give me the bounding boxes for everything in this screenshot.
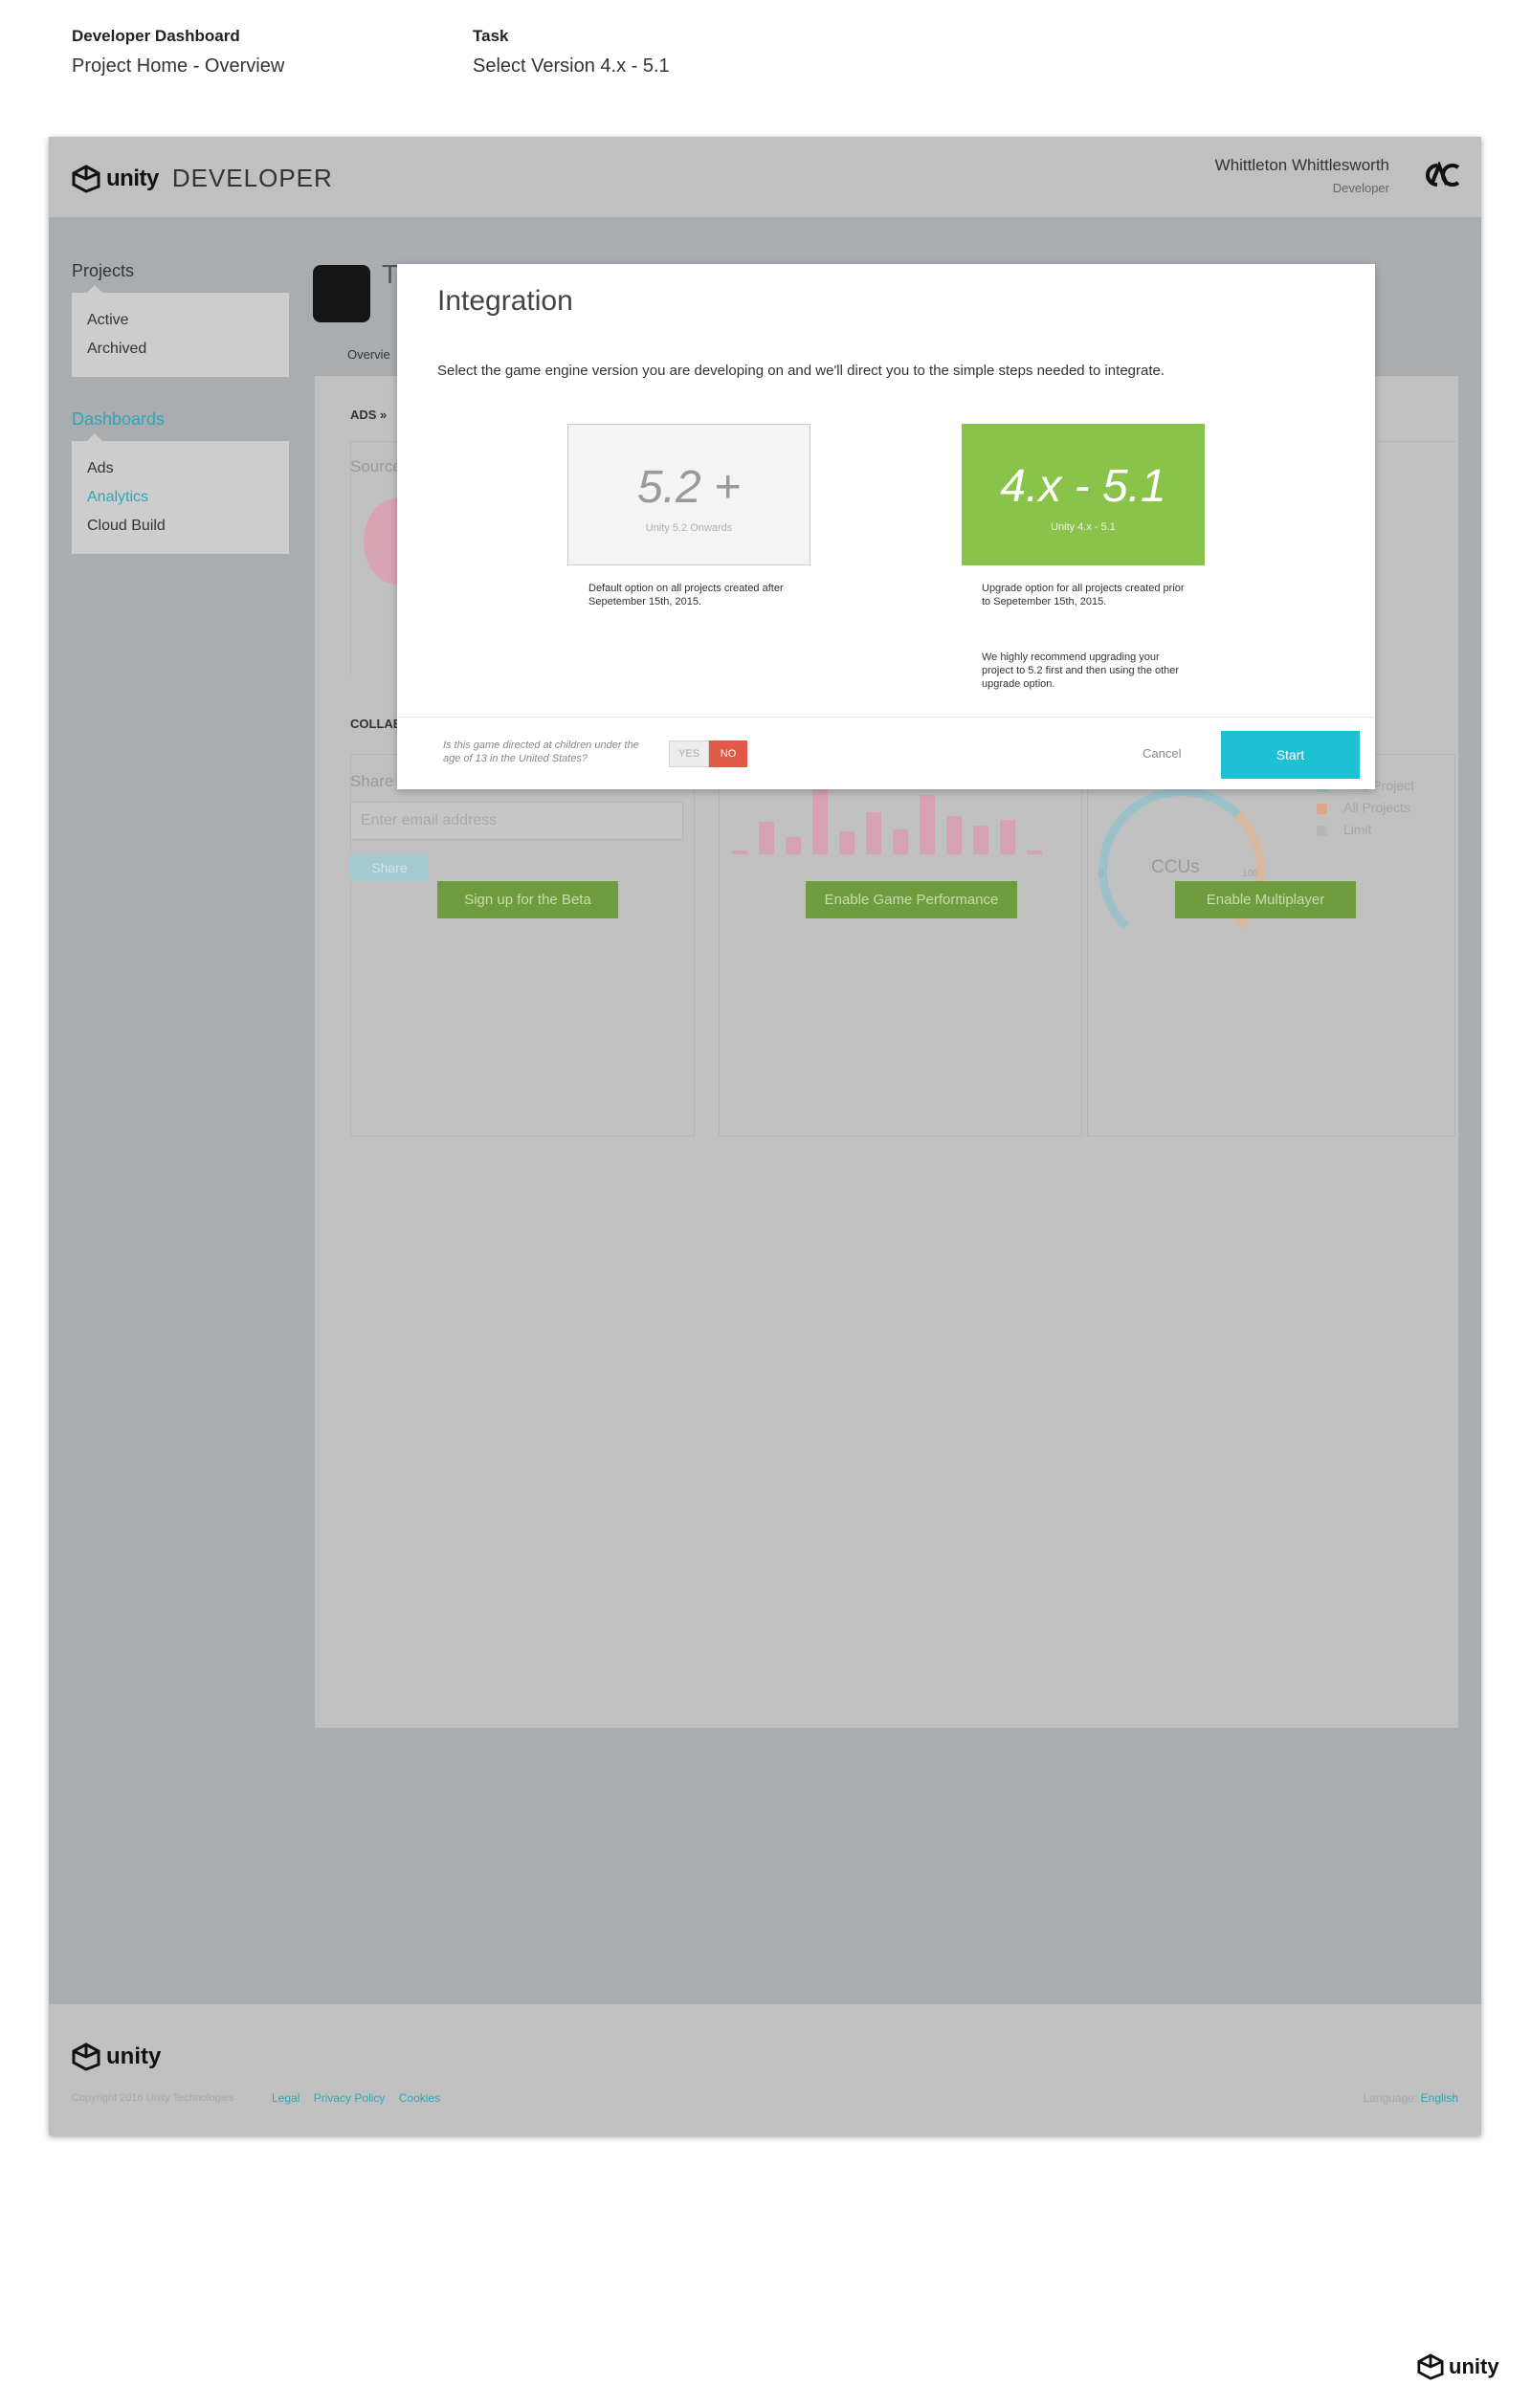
ccus-label: CCUs	[1151, 857, 1200, 877]
bar	[1027, 851, 1042, 854]
bar	[759, 822, 774, 854]
integration-modal: Integration Select the game engine versi…	[397, 264, 1375, 789]
dashboards-menu: Ads Analytics Cloud Build	[72, 433, 289, 554]
language-selector[interactable]: Language: English	[1364, 2091, 1458, 2105]
footer-logo[interactable]: unity	[72, 2043, 161, 2071]
version-4x-subtitle: Unity 4.x - 5.1	[1051, 521, 1116, 533]
legend-swatch	[1317, 803, 1327, 814]
sidebar-item-active[interactable]: Active	[87, 306, 274, 335]
user-avatar-icon[interactable]	[1418, 162, 1460, 188]
project-icon	[313, 265, 370, 322]
start-button[interactable]: Start	[1221, 731, 1360, 779]
legend-item: Limit	[1317, 819, 1414, 841]
bar	[1000, 820, 1015, 854]
children-toggle[interactable]: YES NO	[669, 740, 747, 767]
version-4x-recommendation: We highly recommend upgrading your proje…	[982, 652, 1180, 690]
sidebar-item-ads[interactable]: Ads	[87, 454, 274, 483]
email-input[interactable]: Enter email address	[350, 802, 683, 840]
sidebar-item-archived[interactable]: Archived	[87, 335, 274, 364]
unity-cube-icon	[72, 2043, 100, 2071]
gauge-min-label: 0	[1098, 869, 1104, 879]
bar	[839, 831, 854, 854]
bar	[946, 816, 962, 854]
bar	[812, 789, 828, 854]
version-5-2-note: Default option on all projects created a…	[588, 583, 784, 608]
project-title: T	[382, 259, 399, 289]
enable-performance-button[interactable]: Enable Game Performance	[806, 881, 1017, 918]
top-bar: unity DEVELOPER Whittleton Whittlesworth…	[49, 137, 1481, 217]
product-name: DEVELOPER	[171, 164, 333, 192]
unity-developer-logo[interactable]: unity DEVELOPER	[72, 164, 333, 193]
bar	[732, 851, 747, 854]
annotation-right: Task Select Version 4.x - 5.1	[473, 27, 670, 77]
gauge-max-label: 100	[1242, 869, 1258, 879]
dashboards-heading[interactable]: Dashboards	[72, 409, 289, 430]
sidebar: Projects Active Archived Dashboards Ads …	[72, 261, 289, 554]
annotation-task-title: Task	[473, 27, 509, 45]
app-frame: unity DEVELOPER Whittleton Whittlesworth…	[49, 137, 1481, 2135]
version-5-2-label: 5.2 +	[636, 462, 742, 513]
footer: unity Copyright 2016 Unity Technologies …	[49, 2004, 1481, 2135]
legend-label: Limit	[1343, 822, 1372, 837]
language-label: Language:	[1363, 2091, 1418, 2105]
corner-brand-word: unity	[1449, 2354, 1499, 2378]
collab-heading: COLLAB	[350, 717, 403, 731]
annotation-screen-sub: Project Home - Overview	[72, 55, 285, 77]
unity-cube-icon	[72, 164, 100, 193]
version-option-5-2[interactable]: 5.2 + Unity 5.2 Onwards	[567, 424, 810, 565]
footer-link-privacy[interactable]: Privacy Policy	[314, 2091, 386, 2105]
footer-link-legal[interactable]: Legal	[272, 2091, 300, 2105]
corner-unity-logo: unity	[1417, 2353, 1499, 2380]
legend-swatch	[1317, 825, 1327, 836]
sidebar-item-analytics[interactable]: Analytics	[87, 483, 274, 512]
brand-word: unity	[106, 165, 159, 191]
version-4x-note: Upgrade option for all projects created …	[982, 583, 1185, 608]
modal-title: Integration	[437, 285, 573, 317]
legend-item: All Projects	[1317, 797, 1414, 819]
projects-heading: Projects	[72, 261, 135, 280]
tab-overview[interactable]: Overvie	[347, 347, 390, 362]
bar	[920, 795, 935, 854]
version-5-2-subtitle: Unity 5.2 Onwards	[645, 522, 733, 534]
footer-links: Legal Privacy Policy Cookies	[272, 2091, 451, 2105]
beta-signup-button[interactable]: Sign up for the Beta	[437, 881, 618, 918]
annotation-header: Developer Dashboard Project Home - Overv…	[0, 0, 1531, 134]
modal-footer: Is this game directed at children under …	[397, 717, 1375, 789]
performance-bar-chart	[732, 789, 1057, 854]
bar	[866, 812, 881, 854]
children-question: Is this game directed at children under …	[443, 740, 639, 764]
enable-multiplayer-button[interactable]: Enable Multiplayer	[1175, 881, 1356, 918]
version-option-4x-5-1[interactable]: 4.x - 5.1 Unity 4.x - 5.1	[962, 424, 1205, 565]
user-role: Developer	[1332, 181, 1389, 195]
toggle-yes[interactable]: YES	[669, 740, 709, 767]
ads-heading[interactable]: ADS »	[350, 408, 387, 422]
toggle-no[interactable]: NO	[709, 740, 747, 767]
legend-label: All Projects	[1343, 800, 1411, 815]
modal-description: Select the game engine version you are d…	[437, 363, 1165, 379]
share-button[interactable]: Share	[350, 854, 429, 881]
copyright: Copyright 2016 Unity Technologies	[72, 2092, 234, 2104]
user-name: Whittleton Whittlesworth	[1214, 156, 1389, 174]
annotation-left: Developer Dashboard Project Home - Overv…	[72, 27, 284, 77]
sources-label: Source	[350, 457, 402, 475]
footer-link-cookies[interactable]: Cookies	[399, 2091, 440, 2105]
ads-card-border	[350, 441, 351, 675]
projects-menu: Active Archived	[72, 285, 289, 377]
language-value[interactable]: English	[1421, 2091, 1458, 2105]
user-info[interactable]: Whittleton Whittlesworth Developer	[1215, 156, 1389, 195]
footer-brand-word: unity	[106, 2043, 162, 2069]
bar	[786, 837, 801, 854]
bar	[893, 829, 908, 854]
share-label: Share	[350, 772, 394, 790]
sidebar-item-cloud-build[interactable]: Cloud Build	[87, 512, 274, 541]
annotation-task-sub: Select Version 4.x - 5.1	[473, 55, 670, 77]
cancel-button[interactable]: Cancel	[1143, 746, 1181, 761]
unity-cube-icon	[1417, 2353, 1444, 2380]
version-4x-label: 4.x - 5.1	[1000, 461, 1166, 512]
bar	[973, 826, 988, 854]
annotation-screen-title: Developer Dashboard	[72, 27, 240, 45]
